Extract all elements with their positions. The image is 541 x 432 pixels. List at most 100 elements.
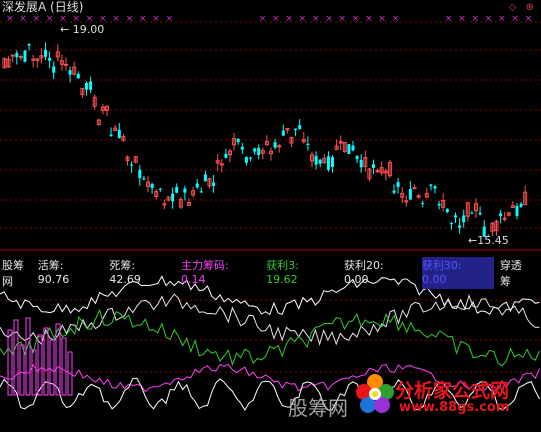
candle-body — [52, 66, 56, 73]
signal-marker: × — [33, 14, 41, 24]
signal-marker: × — [152, 14, 160, 24]
candle-body — [355, 155, 359, 159]
signal-marker: × — [272, 14, 280, 24]
candle-body — [294, 128, 298, 131]
legend-main-chips: 主力筹码: 0.14 — [180, 259, 229, 286]
high-price-marker: ← 19.00 — [60, 23, 104, 36]
signal-marker: × — [166, 14, 174, 24]
candle-body — [257, 147, 261, 156]
candle-body — [158, 188, 162, 190]
candle-body — [470, 212, 474, 214]
signal-marker: × — [392, 14, 400, 24]
profit3-line — [0, 308, 540, 367]
candle-body — [212, 182, 216, 186]
legend-penetrate: 穿透筹 — [499, 259, 522, 288]
candle-body — [15, 53, 19, 58]
candle-body — [408, 188, 412, 200]
signal-marker: × — [472, 14, 480, 24]
signal-marker: × — [112, 14, 120, 24]
candle-body — [48, 57, 52, 61]
watermark-name: 分析家公式网 — [395, 380, 510, 402]
candle-body — [64, 63, 68, 66]
indicator-name: 股筹网 — [2, 259, 24, 288]
candle-body — [244, 157, 248, 163]
main-chips-bar — [25, 317, 31, 396]
candle-body — [372, 164, 375, 168]
signal-marker: × — [259, 14, 267, 24]
candle-body — [253, 148, 257, 152]
site-watermark: 分析家公式网 www.88gs.com — [355, 372, 535, 422]
candle-body — [462, 215, 466, 223]
candle-body — [449, 223, 453, 225]
signal-marker: × — [312, 14, 320, 24]
candle-body — [142, 178, 146, 180]
chart-window[interactable]: × × × × × × × × × × × × × × × × × × × × × × × × × × × × × × × ← 19.00 ←1… — [0, 0, 541, 428]
candle-body — [236, 138, 240, 143]
legend-active-chips: 活筹: 90.76 — [37, 259, 70, 286]
candle-body — [454, 215, 457, 218]
candle-body — [68, 70, 72, 75]
candle-body — [392, 190, 396, 193]
legend-dead-chips: 死筹: 42.69 — [109, 259, 141, 286]
signal-marker: × — [485, 14, 493, 24]
signal-marker: × — [445, 14, 453, 24]
signal-marker: × — [139, 14, 147, 24]
candle-body — [183, 188, 187, 193]
legend-profit20: 获利20: 0.00 — [344, 259, 384, 286]
signal-marker: × — [325, 14, 333, 24]
candle-body — [515, 205, 519, 216]
window-control-icons[interactable]: ◇ ⊕ — [509, 2, 537, 13]
legend-profit30: 获利30: 0.00 — [421, 257, 494, 289]
signal-marker: × — [6, 14, 14, 24]
candle-body — [76, 73, 80, 79]
candle-body — [240, 146, 244, 150]
candle-body — [249, 157, 252, 159]
legend-profit3: 获利3: 19.62 — [266, 259, 299, 286]
candle-body — [433, 185, 437, 189]
candle-body — [519, 203, 523, 207]
candle-body — [478, 212, 482, 215]
candle-body — [281, 130, 285, 136]
indicator-legend: 股筹网 活筹: 90.76 死筹: 42.69 主力筹码: 0.14 获利3: … — [2, 257, 541, 289]
candle-body — [199, 191, 203, 193]
ghost-watermark-text: 股筹网 — [288, 396, 348, 420]
main-chips-bar — [13, 319, 19, 396]
candle-body — [421, 202, 425, 204]
candle-body — [437, 203, 441, 206]
candle-body — [150, 183, 154, 189]
signal-marker: × — [458, 14, 466, 24]
candle-body — [412, 187, 417, 190]
candle-body — [31, 58, 36, 61]
candle-body — [89, 81, 93, 90]
signal-marker: × — [525, 14, 533, 24]
candle-body — [175, 186, 179, 193]
candle-body — [203, 174, 207, 182]
main-chips-bar — [43, 327, 49, 396]
main-chips-bar — [61, 337, 67, 396]
candle-body — [502, 217, 507, 220]
candle-body — [130, 164, 134, 166]
candle-body — [359, 159, 363, 168]
candle-body — [314, 155, 318, 165]
candle-body — [85, 82, 88, 90]
signal-marker: × — [339, 14, 347, 24]
signal-marker: × — [299, 14, 307, 24]
candle-body — [458, 225, 462, 228]
candle-body — [445, 208, 449, 213]
signal-marker: × — [46, 14, 54, 24]
candle-body — [298, 125, 302, 130]
candle-body — [499, 213, 503, 217]
candle-body — [318, 159, 322, 164]
candle-body — [429, 184, 433, 186]
main-chips-bar — [49, 339, 55, 396]
signal-marker: × — [19, 14, 27, 24]
candle-body — [171, 193, 175, 202]
chart-canvas[interactable]: × × × × × × × × × × × × × × × × × × × × × × × × × × × × × × ×← 19.00←1… — [0, 0, 541, 428]
candle-body — [44, 49, 47, 57]
watermark-url: www.88gs.com — [399, 400, 510, 415]
candle-body — [138, 169, 142, 179]
signal-marker: × — [365, 14, 373, 24]
chart-title: 深发展A (日线) — [2, 0, 84, 14]
signal-marker: × — [498, 14, 506, 24]
candle-body — [306, 143, 310, 146]
